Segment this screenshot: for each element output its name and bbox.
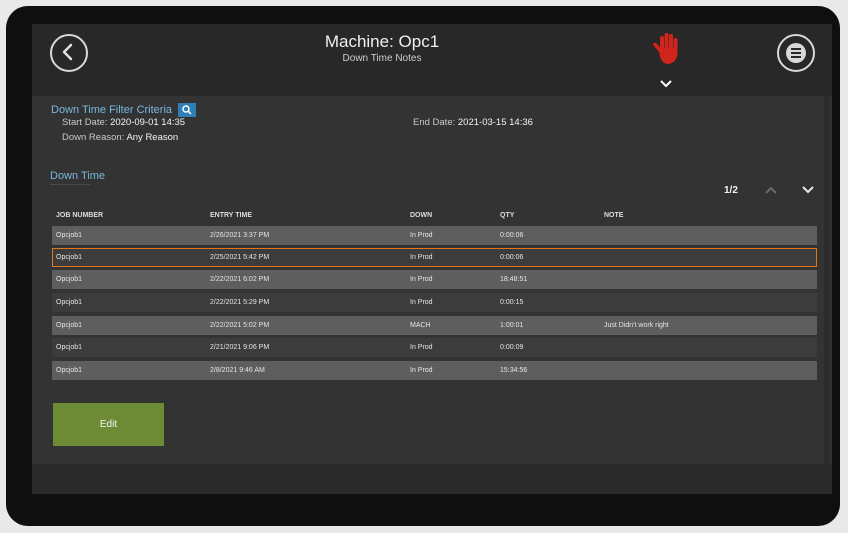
table-row[interactable]: Opcjob1 2/22/2021 5:29 PM In Prod 0:00:1… [52, 293, 817, 312]
menu-icon [786, 43, 806, 63]
entry-time-cell: 2/22/2021 6:02 PM [210, 276, 270, 283]
end-date-value: 2021-03-15 14:36 [457, 117, 533, 128]
chevron-left-icon [62, 43, 73, 61]
down-cell: In Prod [410, 367, 433, 374]
job-cell: Opcjob1 [56, 254, 83, 261]
qty-cell: 0:00:06 [500, 254, 524, 261]
entry-time-cell: 2/21/2021 9:06 PM [210, 344, 270, 351]
note-cell: Just Didn't work right [604, 322, 669, 329]
chevron-down-icon[interactable] [660, 80, 672, 88]
qty-cell: 18:48:51 [500, 276, 528, 283]
end-date-label: End Date: [413, 117, 456, 128]
job-cell: Opcjob1 [56, 367, 83, 374]
table-row[interactable]: Opcjob1 2/22/2021 6:02 PM In Prod 18:48:… [52, 270, 817, 289]
column-header-qty: QTY [500, 212, 515, 219]
job-cell: Opcjob1 [56, 322, 83, 329]
column-header-job: JOB NUMBER [56, 212, 104, 219]
down-cell: In Prod [410, 299, 433, 306]
entry-time-cell: 2/25/2021 5:42 PM [210, 254, 270, 261]
qty-cell: 0:00:06 [500, 232, 524, 239]
section-divider [50, 184, 90, 185]
page-indicator: 1/2 [724, 185, 738, 196]
end-date: End Date: 2021-03-15 14:36 [413, 117, 533, 128]
start-date-label: Start Date: [62, 117, 108, 128]
filter-button[interactable] [178, 103, 196, 117]
qty-cell: 15:34:56 [500, 367, 528, 374]
scrollbar[interactable] [824, 96, 830, 464]
start-date-value: 2020-09-01 14:35 [110, 117, 186, 128]
qty-cell: 0:00:09 [500, 344, 524, 351]
down-cell: In Prod [410, 276, 433, 283]
down-reason-value: Any Reason [126, 132, 179, 143]
edit-button[interactable]: Edit [53, 403, 164, 446]
column-header-entry-time: ENTRY TIME [210, 212, 253, 219]
entry-time-cell: 2/22/2021 5:02 PM [210, 322, 270, 329]
job-cell: Opcjob1 [56, 232, 83, 239]
down-reason-label: Down Reason: [62, 132, 125, 143]
search-settings-icon [182, 105, 192, 115]
down-reason: Down Reason: Any Reason [62, 132, 178, 143]
down-cell: MACH [410, 322, 431, 329]
down-cell: In Prod [410, 254, 433, 261]
table-row[interactable]: Opcjob1 2/8/2021 9:46 AM In Prod 15:34:5… [52, 361, 817, 380]
table-row-selected[interactable]: Opcjob1 2/25/2021 5:42 PM In Prod 0:00:0… [52, 248, 817, 267]
header-bar: Machine: Opc1 Down Time Notes [32, 24, 832, 96]
start-date: Start Date: 2020-09-01 14:35 [62, 117, 185, 128]
entry-time-cell: 2/22/2021 5:29 PM [210, 299, 270, 306]
hand-stop-icon[interactable] [652, 32, 682, 68]
entry-time-cell: 2/26/2021 3:37 PM [210, 232, 270, 239]
qty-cell: 1:00:01 [500, 322, 524, 329]
menu-button[interactable] [777, 34, 815, 72]
page-title: Machine: Opc1 [324, 32, 440, 51]
job-cell: Opcjob1 [56, 299, 83, 306]
table-row[interactable]: Opcjob1 2/26/2021 3:37 PM In Prod 0:00:0… [52, 226, 817, 245]
down-cell: In Prod [410, 344, 433, 351]
entry-time-cell: 2/8/2021 9:46 AM [210, 367, 265, 374]
page-subtitle: Down Time Notes [342, 53, 422, 64]
column-header-down: DOWN [410, 212, 433, 219]
back-button[interactable] [50, 34, 88, 72]
downtime-section-title: Down Time [50, 170, 106, 182]
column-header-note: NOTE [604, 212, 624, 219]
filter-criteria-title: Down Time Filter Criteria [51, 104, 173, 116]
down-cell: In Prod [410, 232, 433, 239]
table-row[interactable]: Opcjob1 2/22/2021 5:02 PM MACH 1:00:01 J… [52, 316, 817, 335]
app-screen: Machine: Opc1 Down Time Notes Down Time … [32, 24, 832, 494]
page-up-icon[interactable] [765, 186, 777, 194]
table-row[interactable]: Opcjob1 2/21/2021 9:06 PM In Prod 0:00:0… [52, 338, 817, 357]
job-cell: Opcjob1 [56, 344, 83, 351]
tablet-frame: Machine: Opc1 Down Time Notes Down Time … [6, 6, 840, 526]
qty-cell: 0:00:15 [500, 299, 524, 306]
page-down-icon[interactable] [802, 186, 814, 194]
job-cell: Opcjob1 [56, 276, 83, 283]
footer-bar [32, 464, 832, 494]
